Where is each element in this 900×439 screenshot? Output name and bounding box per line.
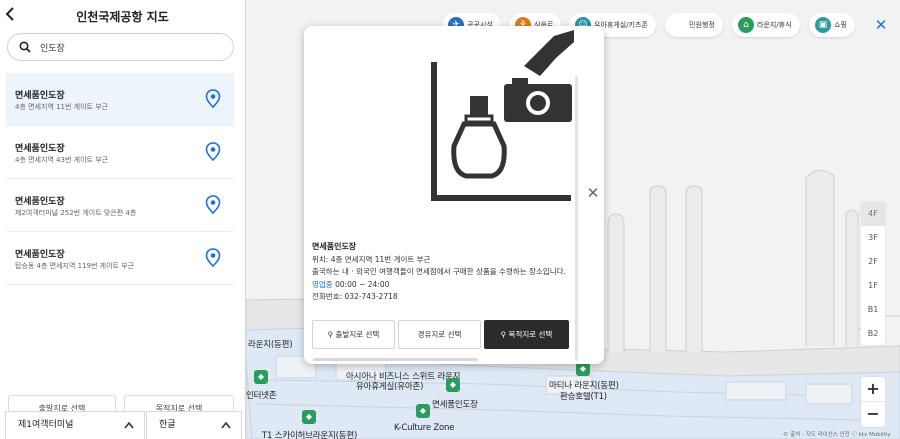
zoom-out-button[interactable]: − [861,402,885,427]
map-label-duty-free[interactable]: 면세품인도장 [432,398,478,410]
place-description: 출국하는 내 · 외국인 여행객들이 면세점에서 구매한 상품을 수령하는 장소… [312,267,566,276]
sky-hub-pin-icon[interactable]: ◆ [302,410,316,424]
place-hours: 영업중 00:00 ~ 24:00 [312,279,577,292]
map-label-kids-zone[interactable]: 유아휴게실(유아존) [356,380,423,392]
floor-1f[interactable]: 1F [861,274,885,298]
culture-pin-icon[interactable]: ◆ [416,404,430,418]
matina-pin-icon[interactable]: ◆ [576,362,590,376]
location-pin-icon[interactable] [205,195,221,214]
language-select[interactable]: 한글 [146,411,242,439]
terminal-select[interactable]: 제1여객터미널 [5,411,145,439]
location-pin-icon[interactable] [205,142,221,161]
map-label-info-center[interactable]: 인터넷존 [246,389,277,401]
close-map-button[interactable]: ✕ [873,16,889,34]
set-start-button[interactable]: ⚲ 출발지로 선택 [312,320,395,349]
result-item-1[interactable]: 면세품인도장 4층 면세지역 11번 게이트 부근 [6,73,234,126]
search-input[interactable] [40,39,220,56]
result-location: 4층 면세지역 11번 게이트 부근 [15,103,109,111]
result-location: 제2여객터미널 252번 게이트 맞은편 4층 [15,209,137,217]
result-name: 면세품인도장 [15,144,65,154]
result-item-3[interactable]: 면세품인도장 제2여객터미널 252번 게이트 맞은편 4층 [6,179,234,232]
search-box[interactable] [7,33,234,61]
shopping-icon: ▣ [815,17,831,33]
result-name: 면세품인도장 [15,197,65,207]
popup-horizontal-scrollbar[interactable] [313,358,478,361]
panel-header: 인천국제공항 지도 [0,0,245,32]
place-location: 위치: 4층 면세지역 11번 게이트 부근 [312,254,431,264]
place-detail-popup: ✕ 면세품인도장 위치: 4층 면세지역 11번 게이트 부근 출국하는 내 ·… [304,26,604,364]
map-label-lounge-east[interactable]: 라운지(동편) [248,338,293,350]
search-panel: 인천국제공항 지도 면세품인도장 4층 면세지역 11번 게이트 부근 면세품인… [0,0,246,439]
result-name: 면세품인도장 [15,250,65,260]
result-list: 면세품인도장 4층 면세지역 11번 게이트 부근 면세품인도장 4층 면세지역… [6,73,234,285]
location-pin-icon[interactable] [205,248,221,267]
floor-selector: 4F 3F 2F 1F B1 B2 [861,202,885,345]
duty-free-pin-icon[interactable]: ◆ [446,378,460,392]
place-info: 면세품인도장 위치: 4층 면세지역 11번 게이트 부근 출국하는 내 · 외… [312,241,577,304]
category-label: 유아휴게실/키즈존 [594,21,648,29]
result-item-4[interactable]: 면세품인도장 탑승동 4층 면세지역 119번 게이트 부근 [6,232,234,285]
result-name: 면세품인도장 [15,91,65,101]
floor-b1[interactable]: B1 [861,298,885,322]
chevron-up-icon [124,421,134,429]
category-civil-affairs[interactable]: 민원행정 [665,13,723,37]
result-location: 4층 면세지역 43번 게이트 부근 [15,156,109,164]
floor-2f[interactable]: 2F [861,250,885,274]
result-location: 탑승동 4층 면세지역 119번 게이트 부근 [15,262,135,270]
lounge-icon: ⌂ [738,17,754,33]
floor-3f[interactable]: 3F [861,226,885,250]
category-lounge-rest[interactable]: ⌂ 라운지/휴식 [732,13,800,37]
set-start-label: 출발지로 선택 [335,330,380,339]
page-title: 인천국제공항 지도 [76,10,169,24]
dest-pin-icon: ⚲ [500,330,509,339]
chevron-up-icon [221,421,231,429]
start-pin-icon: ⚲ [327,330,336,339]
category-label: 쇼핑 [834,21,847,29]
open-status-badge: 영업중 [312,279,333,289]
zoom-control: + − [861,377,885,427]
map-label-k-culture[interactable]: K-Culture Zone [394,423,454,433]
place-hours-value: 00:00 ~ 24:00 [335,279,390,289]
floor-4f[interactable]: 4F [861,202,885,226]
popup-scrollbar[interactable] [575,76,578,361]
floor-b2[interactable]: B2 [861,322,885,346]
place-phone: 전화번호: 032-743-2718 [312,292,398,301]
duty-free-pickup-illustration [431,30,574,201]
category-label: 민원행정 [689,21,715,29]
popup-close-icon[interactable]: ✕ [586,186,600,201]
language-select-value: 한글 [159,420,176,430]
set-destination-label: 목적지로 선택 [508,330,553,339]
terminal-select-value: 제1여객터미널 [18,420,74,430]
map-copyright: © 출처 : 지도 라이선스 인천 ⓒ ktx Mobility [783,432,891,438]
location-pin-icon[interactable] [205,89,221,108]
result-item-2[interactable]: 면세품인도장 4층 면세지역 43번 게이트 부근 [6,126,234,179]
category-shopping[interactable]: ▣ 쇼핑 [809,13,855,37]
map-label-sky-hub[interactable]: T1 스카이허브라운지(동편) [262,429,357,439]
set-destination-button[interactable]: ⚲ 목적지로 선택 [484,320,569,349]
search-icon [19,41,31,53]
lounge-pin-icon[interactable]: ◆ [254,370,268,384]
zoom-in-button[interactable]: + [861,377,885,402]
place-title: 면세품인도장 [312,242,357,251]
map-label-transit-hotel[interactable]: 환승호텔(T1) [560,390,607,402]
set-via-label: 경유지로 선택 [417,330,462,339]
set-via-button[interactable]: 경유지로 선택 [398,320,481,349]
category-label: 라운지/휴식 [757,21,792,29]
